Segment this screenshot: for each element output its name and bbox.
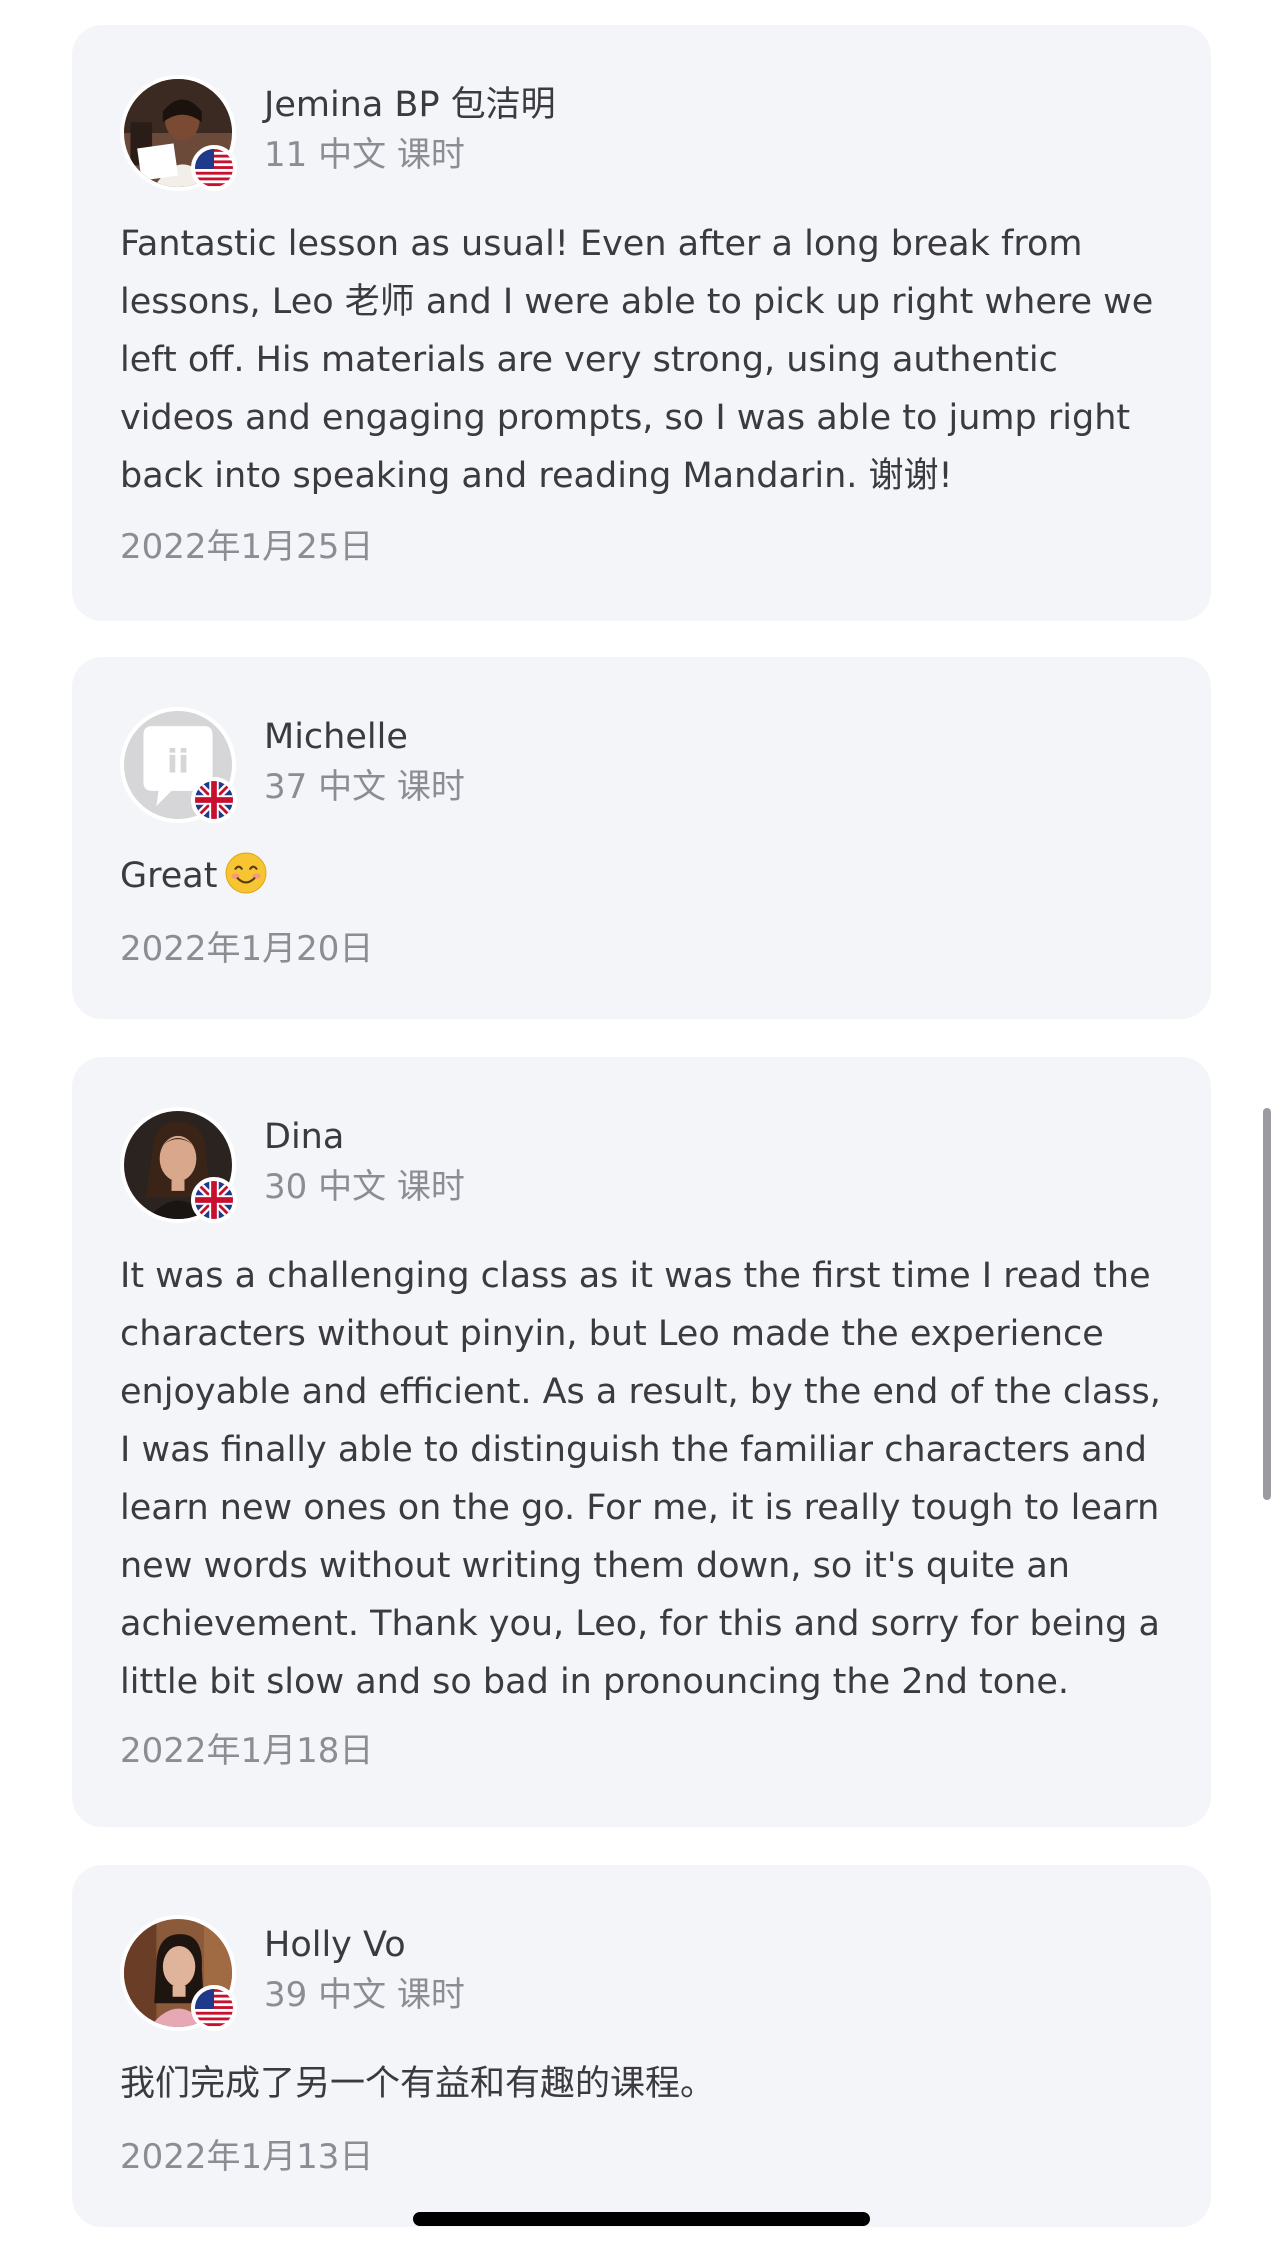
lesson-count: 30 中文 课时 bbox=[264, 1167, 465, 1207]
reviewer-avatar-wrap[interactable] bbox=[120, 1107, 237, 1223]
review-card: Holly Vo 39 中文 课时 我们完成了另一个有益和有趣的课程。 2022… bbox=[72, 1865, 1211, 2227]
reviewer-name[interactable]: Dina bbox=[264, 1115, 344, 1159]
review-card: ii Michelle 37 中文 课时 Great 2022年1月20日 bbox=[72, 657, 1211, 1019]
review-text: 我们完成了另一个有益和有趣的课程。 bbox=[120, 2064, 716, 2104]
us-flag-icon bbox=[191, 1985, 237, 2031]
reviewer-header: ii Michelle 37 中文 课时 bbox=[120, 707, 1020, 827]
review-text: Fantastic lesson as usual! Even after a … bbox=[120, 224, 1154, 496]
review-text: It was a challenging class as it was the… bbox=[120, 1256, 1161, 1702]
lesson-count: 11 中文 课时 bbox=[264, 135, 465, 175]
reviews-feed: Jemina BP 包洁明 11 中文 课时 Fantastic lesson … bbox=[0, 0, 1283, 2250]
smiling-face-emoji-icon bbox=[225, 852, 267, 894]
reviewer-avatar-wrap[interactable]: ii bbox=[120, 707, 237, 823]
lesson-count: 37 中文 课时 bbox=[264, 767, 465, 807]
review-date: 2022年1月18日 bbox=[120, 1731, 374, 1771]
reviewer-name[interactable]: Holly Vo bbox=[264, 1923, 406, 1967]
review-text-content: Great bbox=[120, 856, 218, 896]
review-date: 2022年1月13日 bbox=[120, 2137, 374, 2177]
reviewer-name[interactable]: Jemina BP 包洁明 bbox=[264, 83, 556, 127]
home-indicator[interactable] bbox=[413, 2212, 870, 2226]
lesson-count: 39 中文 课时 bbox=[264, 1975, 465, 2015]
scrollbar[interactable] bbox=[1263, 1108, 1271, 1500]
reviewer-header: Jemina BP 包洁明 11 中文 课时 bbox=[120, 75, 1020, 195]
reviewer-avatar-wrap[interactable] bbox=[120, 75, 237, 191]
uk-flag-icon bbox=[191, 777, 237, 823]
reviewer-header: Dina 30 中文 课时 bbox=[120, 1107, 1020, 1227]
review-text: Great bbox=[120, 847, 1180, 905]
uk-flag-icon bbox=[191, 1177, 237, 1223]
reviewer-name[interactable]: Michelle bbox=[264, 715, 408, 759]
review-date: 2022年1月25日 bbox=[120, 527, 374, 567]
us-flag-icon bbox=[191, 145, 237, 191]
review-date: 2022年1月20日 bbox=[120, 929, 374, 969]
svg-text:ii: ii bbox=[167, 743, 189, 781]
reviewer-header: Holly Vo 39 中文 课时 bbox=[120, 1915, 1020, 2035]
review-card: Dina 30 中文 课时 It was a challenging class… bbox=[72, 1057, 1211, 1827]
review-card: Jemina BP 包洁明 11 中文 课时 Fantastic lesson … bbox=[72, 25, 1211, 621]
reviewer-avatar-wrap[interactable] bbox=[120, 1915, 237, 2031]
